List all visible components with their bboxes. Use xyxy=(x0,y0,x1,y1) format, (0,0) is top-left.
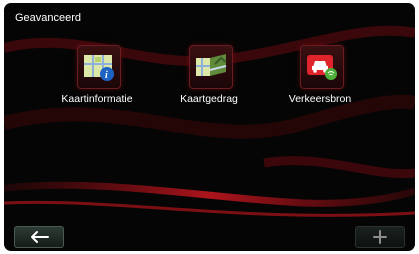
kaartinformatie-tile[interactable]: i xyxy=(77,45,121,89)
bottom-bar xyxy=(4,223,415,251)
map-info-icon: i xyxy=(84,55,114,81)
background-swoosh xyxy=(4,25,415,217)
back-button[interactable] xyxy=(14,226,64,248)
verkeersbron-tile[interactable] xyxy=(300,45,344,89)
screen: Geavanceerd i Kaartinformatie Kaartgedra… xyxy=(4,3,415,251)
kaartinformatie-label: Kaartinformatie xyxy=(61,93,133,105)
traffic-source-icon xyxy=(307,55,337,80)
kaartgedrag-label: Kaartgedrag xyxy=(180,93,238,105)
menu-item-kaartgedrag[interactable]: Kaartgedrag xyxy=(159,45,259,115)
plus-icon xyxy=(373,230,387,244)
menu-item-verkeersbron[interactable]: Verkeersbron xyxy=(270,45,370,115)
svg-text:i: i xyxy=(105,70,108,81)
map-behavior-icon xyxy=(196,54,227,76)
back-arrow-icon xyxy=(31,231,49,243)
kaartgedrag-tile[interactable] xyxy=(189,45,233,89)
page-title: Geavanceerd xyxy=(15,12,82,24)
verkeersbron-label: Verkeersbron xyxy=(288,93,352,105)
add-button[interactable] xyxy=(355,226,405,248)
menu-item-kaartinformatie[interactable]: i Kaartinformatie xyxy=(47,45,147,115)
